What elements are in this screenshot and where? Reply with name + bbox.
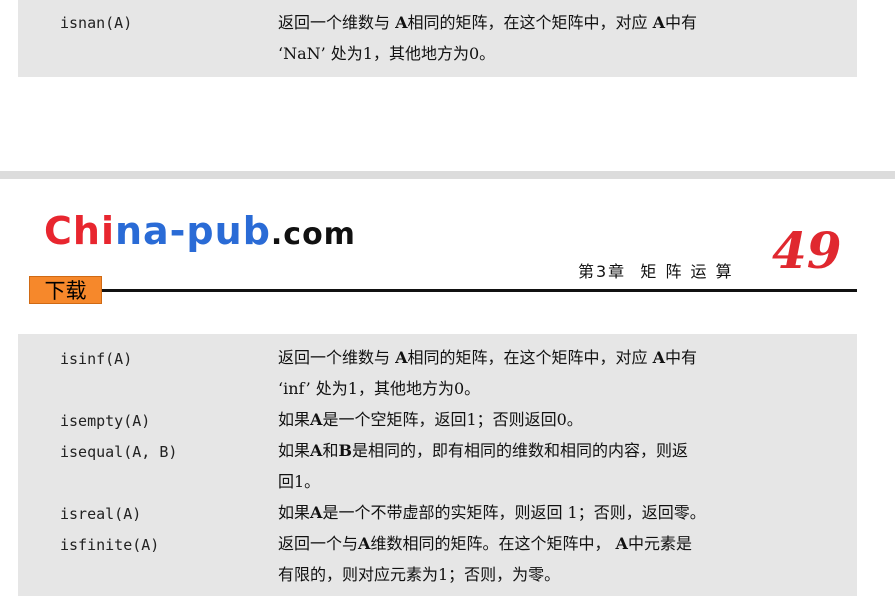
bold-variable: A (615, 534, 628, 553)
function-name: isinf(A) (60, 350, 133, 368)
description-line: 返回一个与A维数相同的矩阵。在这个矩阵中， A中元素是 (278, 528, 838, 559)
text-run: 返回一个与 (278, 534, 359, 553)
function-description: 如果A是一个不带虚部的实矩阵，则返回 1；否则，返回零。 (278, 497, 838, 528)
header-rule (102, 289, 857, 292)
text-run: 是相同的，即有相同的维数和相同的内容，则返 (351, 441, 688, 460)
text-run: 是一个空矩阵，返回1；否则返回0。 (322, 410, 583, 429)
text-run: 有限的，则对应元素为1；否则，为零。 (278, 565, 561, 584)
text-run: 返回一个维数与 (278, 348, 396, 367)
text-run: 和 (322, 441, 339, 460)
function-description: 返回一个与A维数相同的矩阵。在这个矩阵中， A中元素是 有限的，则对应元素为1；否… (278, 528, 838, 590)
logo-part-3: .com (270, 217, 356, 252)
bold-variable: A (310, 441, 323, 460)
bold-variable: B (338, 441, 352, 460)
text-run: 维数相同的矩阵。在这个矩阵中， (370, 534, 616, 553)
function-name: isempty(A) (60, 412, 151, 430)
function-table-top: isnan(A) 返回一个维数与 A相同的矩阵，在这个矩阵中，对应 A中有 ‘Na… (18, 0, 857, 77)
description-line: 回1。 (278, 466, 838, 497)
page-divider (0, 171, 895, 179)
text-run: ‘NaN’ 处为1，其他地方为0。 (278, 44, 496, 63)
description-line: 有限的，则对应元素为1；否则，为零。 (278, 559, 838, 590)
function-description: 如果A和B是相同的，即有相同的维数和相同的内容，则返回1。 (278, 435, 838, 497)
function-description: 返回一个维数与 A相同的矩阵，在这个矩阵中，对应 A中有 ‘inf’ 处为1，其他… (278, 342, 838, 404)
description-line: 如果A是一个空矩阵，返回1；否则返回0。 (278, 404, 838, 435)
text-run: 是一个不带虚部的实矩阵，则返回 1；否则，返回零。 (322, 503, 706, 522)
bold-variable: A (358, 534, 371, 553)
text-run: 中有 (665, 348, 698, 367)
logo-part-1: Chi (44, 209, 115, 253)
bold-variable: A (395, 348, 408, 367)
description-line: ‘NaN’ 处为1，其他地方为0。 (278, 38, 838, 69)
function-name: isreal(A) (60, 505, 142, 523)
text-run: ‘inf’ 处为1，其他地方为0。 (278, 379, 481, 398)
description-line: 如果A和B是相同的，即有相同的维数和相同的内容，则返 (278, 435, 838, 466)
download-badge: 下载 (29, 276, 102, 304)
text-run: 返回一个维数与 (278, 13, 396, 32)
text-run: 回1。 (278, 472, 321, 491)
function-name: isfinite(A) (60, 536, 160, 554)
function-name: isequal(A, B) (60, 443, 178, 461)
china-pub-logo: China-pub.com (44, 212, 356, 250)
chapter-title: 第3章 矩 阵 运 算 (578, 262, 734, 281)
page-number: 49 (772, 221, 842, 280)
text-run: 如果 (278, 410, 311, 429)
bold-variable: A (310, 503, 323, 522)
bold-variable: A (652, 13, 666, 32)
text-run: 如果 (278, 441, 311, 460)
bold-variable: A (310, 410, 323, 429)
text-run: 相同的矩阵，在这个矩阵中，对应 (407, 13, 653, 32)
text-run: 如果 (278, 503, 311, 522)
description-line: 返回一个维数与 A相同的矩阵，在这个矩阵中，对应 A中有 (278, 7, 838, 38)
bold-variable: A (652, 348, 666, 367)
function-name: isnan(A) (60, 14, 133, 32)
logo-part-2: na-pub (114, 209, 271, 253)
function-description: 如果A是一个空矩阵，返回1；否则返回0。 (278, 404, 838, 435)
text-run: 中元素是 (627, 534, 692, 553)
bold-variable: A (395, 13, 408, 32)
description-line: 返回一个维数与 A相同的矩阵，在这个矩阵中，对应 A中有 (278, 342, 838, 373)
function-table: isinf(A) 返回一个维数与 A相同的矩阵，在这个矩阵中，对应 A中有 ‘in… (18, 334, 857, 596)
description-line: 如果A是一个不带虚部的实矩阵，则返回 1；否则，返回零。 (278, 497, 838, 528)
text-run: 相同的矩阵，在这个矩阵中，对应 (407, 348, 653, 367)
text-run: 中有 (665, 13, 698, 32)
function-description: 返回一个维数与 A相同的矩阵，在这个矩阵中，对应 A中有 ‘NaN’ 处为1，其他… (278, 7, 838, 69)
description-line: ‘inf’ 处为1，其他地方为0。 (278, 373, 838, 404)
